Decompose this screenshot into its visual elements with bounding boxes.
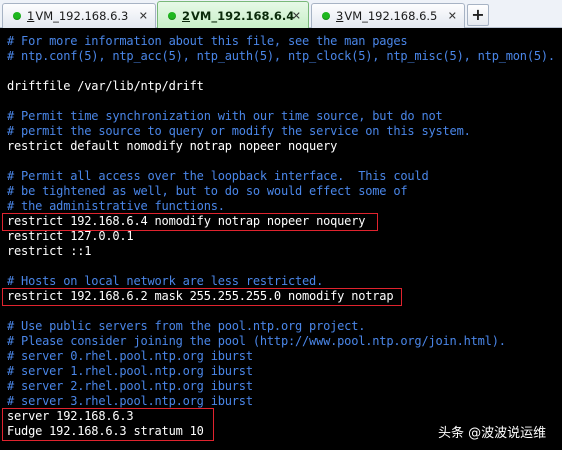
connected-status-icon bbox=[322, 12, 330, 20]
tab-number: 2 bbox=[182, 8, 191, 23]
highlight-restrict-network bbox=[2, 288, 402, 306]
close-tab-icon[interactable]: ✕ bbox=[448, 11, 457, 22]
close-tab-icon[interactable]: ✕ bbox=[292, 10, 301, 21]
tab-label: VM_192.168.6.3 bbox=[35, 9, 129, 23]
tab-bar: 1 VM_192.168.6.3 ✕ 2 VM_192.168.6.4 ✕ 3 … bbox=[0, 0, 562, 29]
terminal-line: # permit the source to query or modify t… bbox=[7, 124, 471, 138]
tab-number: 3 bbox=[336, 9, 344, 23]
tab-vm-192-168-6-4[interactable]: 2 VM_192.168.6.4 ✕ bbox=[157, 1, 309, 29]
terminal-line: # server 1.rhel.pool.ntp.org iburst bbox=[7, 364, 253, 378]
terminal-line: # be tightened as well, but to do so wou… bbox=[7, 184, 408, 198]
terminal-line: # the administrative functions. bbox=[7, 199, 225, 213]
terminal-line: # For more information about this file, … bbox=[7, 34, 408, 48]
tab-number: 1 bbox=[27, 9, 35, 23]
new-tab-button[interactable]: + bbox=[467, 4, 489, 26]
terminal-line: # ntp.conf(5), ntp_acc(5), ntp_auth(5), … bbox=[7, 49, 555, 63]
terminal-line: restrict ::1 bbox=[7, 244, 92, 258]
highlight-restrict-local-host bbox=[2, 213, 378, 231]
terminal-line: restrict default nomodify notrap nopeer … bbox=[7, 139, 338, 153]
highlight-server-config bbox=[2, 408, 214, 441]
terminal-line: # Permit time synchronization with our t… bbox=[7, 109, 443, 123]
terminal-line: # Please consider joining the pool (http… bbox=[7, 334, 506, 348]
watermark: 头条 @波波说运维 bbox=[438, 426, 547, 441]
tab-label: VM_192.168.6.4 bbox=[191, 8, 295, 23]
connected-status-icon bbox=[13, 12, 21, 20]
terminal-line: # Hosts on local network are less restri… bbox=[7, 274, 324, 288]
tab-label: VM_192.168.6.5 bbox=[344, 9, 438, 23]
tab-vm-192-168-6-3[interactable]: 1 VM_192.168.6.3 ✕ bbox=[2, 3, 156, 28]
terminal-line: # server 0.rhel.pool.ntp.org iburst bbox=[7, 349, 253, 363]
terminal-line: # server 2.rhel.pool.ntp.org iburst bbox=[7, 379, 253, 393]
terminal-line: # Use public servers from the pool.ntp.o… bbox=[7, 319, 366, 333]
tab-vm-192-168-6-5[interactable]: 3 VM_192.168.6.5 ✕ bbox=[311, 3, 465, 28]
terminal-output[interactable]: # For more information about this file, … bbox=[0, 28, 562, 450]
terminal-line: restrict 127.0.0.1 bbox=[7, 229, 134, 243]
terminal-line: # Permit all access over the loopback in… bbox=[7, 169, 429, 183]
terminal-line: # server 3.rhel.pool.ntp.org iburst bbox=[7, 394, 253, 408]
connected-status-icon bbox=[168, 11, 176, 20]
close-tab-icon[interactable]: ✕ bbox=[139, 11, 148, 22]
terminal-line: driftfile /var/lib/ntp/drift bbox=[7, 79, 204, 93]
